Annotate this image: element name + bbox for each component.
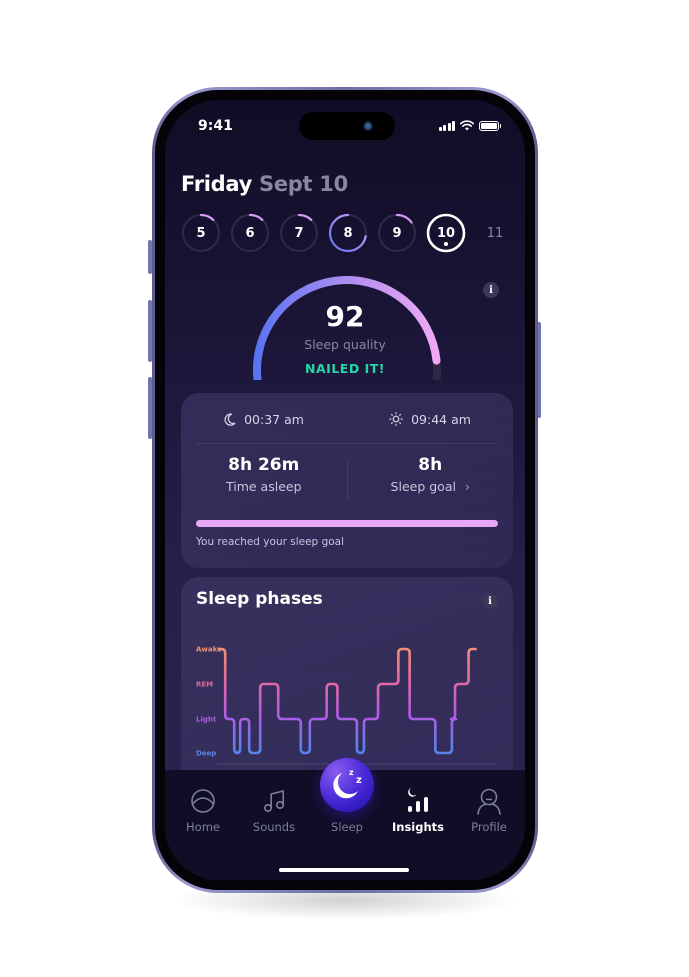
y-axis-label-light: Light <box>196 716 217 724</box>
sleep-quality-score: 92 <box>325 300 365 333</box>
date-text: Sept 10 <box>259 172 348 196</box>
tab-insights[interactable]: Insights <box>386 786 450 834</box>
phase-segment-awake <box>219 646 225 652</box>
tab-home[interactable]: Home <box>171 786 235 834</box>
sleep-quality-label: Sleep quality <box>304 337 386 352</box>
bedtime-value: 00:37 am <box>244 411 304 427</box>
phase-segment-light <box>410 716 436 722</box>
day-item-11[interactable]: 11 <box>475 213 515 253</box>
phase-segment-rem <box>378 681 398 687</box>
sun-icon <box>389 412 403 426</box>
phase-segment-light <box>337 716 356 722</box>
sleep-goal-stat[interactable]: 8h Sleep goal › <box>348 455 514 505</box>
day-number: 7 <box>294 225 304 241</box>
moon-zzz-icon: z z <box>333 768 362 799</box>
phase-segment-rem <box>455 681 469 687</box>
page-title: Friday Sept 10 <box>181 172 348 196</box>
phase-segment-deep <box>301 750 310 756</box>
moon-icon <box>224 413 236 426</box>
day-number: 11 <box>486 225 504 241</box>
sleep-goal-progress-fill <box>196 520 498 527</box>
dynamic-island <box>299 112 395 140</box>
wifi-icon <box>460 120 474 131</box>
phase-segment-light <box>240 716 249 722</box>
status-bar: 9:41 <box>165 100 525 148</box>
info-icon[interactable]: i <box>483 282 499 298</box>
sleep-goal-caption: You reached your sleep goal <box>196 536 345 548</box>
phase-segment-awake <box>469 646 476 652</box>
wake-time: 09:44 am <box>347 407 513 431</box>
divider <box>196 443 498 444</box>
app-screen: 9:41 Friday Sept 10 5 6 7 8 9 10 11 i 92… <box>165 100 525 880</box>
time-asleep-value: 8h 26m <box>228 455 300 475</box>
day-item-9[interactable]: 9 <box>377 213 417 253</box>
phase-segment-deep <box>435 750 452 756</box>
tab-sounds-label: Sounds <box>252 820 296 834</box>
phase-segment-light <box>452 716 455 722</box>
day-number: 9 <box>392 225 402 241</box>
time-asleep-stat: 8h 26m Time asleep <box>181 455 347 505</box>
status-time: 9:41 <box>198 118 233 134</box>
phase-segment-deep <box>357 750 364 756</box>
phase-segment-light <box>364 716 378 722</box>
phase-segment-awake <box>398 646 409 652</box>
day-item-6[interactable]: 6 <box>230 213 270 253</box>
home-icon <box>191 789 215 813</box>
day-item-7[interactable]: 7 <box>279 213 319 253</box>
wake-time-value: 09:44 am <box>411 411 471 427</box>
svg-text:z: z <box>356 775 362 786</box>
day-number: 8 <box>343 225 353 241</box>
home-indicator <box>279 868 409 872</box>
sleep-quality-status: NAILED IT! <box>305 361 385 376</box>
profile-icon <box>477 788 501 815</box>
status-icons <box>438 120 501 131</box>
y-axis-label-rem: REM <box>196 681 213 689</box>
tab-insights-label: Insights <box>391 820 444 834</box>
day-number: 10 <box>436 225 456 241</box>
svg-text:z: z <box>349 768 354 777</box>
y-axis-label-deep: Deep <box>196 750 216 758</box>
sleep-goal-label: Sleep goal <box>390 479 456 494</box>
phase-segment-light <box>225 716 234 722</box>
cellular-signal-icon <box>438 120 455 131</box>
day-selector: 5 6 7 8 9 10 11 <box>181 213 515 253</box>
tab-bar: Home Sounds Sleep z z Insights Profile <box>165 758 525 880</box>
today-dot <box>444 242 448 246</box>
phone-frame: 9:41 Friday Sept 10 5 6 7 8 9 10 11 i 92… <box>152 87 538 893</box>
sleep-button[interactable]: z z <box>320 758 374 812</box>
sleep-summary-card: 00:37 am 09:44 am 8h 26m Time asleep 8h … <box>181 393 513 568</box>
phase-segment-deep <box>249 750 260 756</box>
phase-segment-light <box>310 716 327 722</box>
camera-icon <box>363 121 373 131</box>
tab-sleep-label: Sleep <box>331 820 363 834</box>
day-item-10[interactable]: 10 <box>426 213 466 253</box>
tab-profile[interactable]: Profile <box>457 786 521 834</box>
insights-chart-icon <box>408 788 428 812</box>
bedtime: 00:37 am <box>181 407 347 431</box>
tab-sounds[interactable]: Sounds <box>242 786 306 834</box>
battery-icon <box>479 120 501 131</box>
day-number: 6 <box>245 225 255 241</box>
sleep-goal-value: 8h <box>418 455 443 475</box>
day-number: 5 <box>196 225 206 241</box>
tab-home-label: Home <box>186 820 220 834</box>
day-item-5[interactable]: 5 <box>181 213 221 253</box>
phase-segment-rem <box>260 681 278 687</box>
phase-segment-rem <box>327 681 338 687</box>
tab-profile-label: Profile <box>471 820 507 834</box>
chevron-right-icon: › <box>464 479 470 494</box>
sleep-phase-line <box>217 647 477 755</box>
day-item-8[interactable]: 8 <box>328 213 368 253</box>
day-name: Friday <box>181 172 253 196</box>
sleep-goal-progress <box>196 520 498 527</box>
phase-segment-light <box>278 716 301 722</box>
time-asleep-label: Time asleep <box>225 479 302 494</box>
music-note-icon <box>263 790 285 812</box>
phase-segment-deep <box>234 750 240 756</box>
